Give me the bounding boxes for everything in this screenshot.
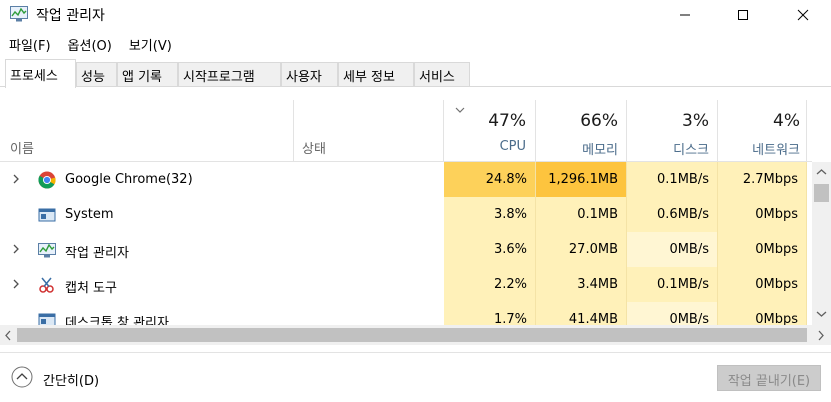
disk-cell: 0.1MB/s [627,162,718,197]
menu-bar: 파일(F) 옵션(O) 보기(V) [0,33,180,55]
network-cell: 0Mbps [718,232,807,267]
cpu-cell: 24.8% [444,162,536,197]
network-cell: 2.7Mbps [718,162,807,197]
footer-divider [0,352,831,353]
cpu-cell: 3.8% [444,197,536,232]
fewer-details-label: 간단히(D) [43,374,100,389]
horizontal-scroll-thumb[interactable] [17,328,807,342]
tab-startup[interactable]: 시작프로그램 [178,62,281,86]
column-divider[interactable] [293,100,294,162]
process-name: 작업 관리자 [65,246,129,261]
column-divider[interactable] [806,100,807,162]
collapse-chevron-icon [11,366,33,388]
tab-bar: 프로세스 성능 앱 기록 시작프로그램 사용자 세부 정보 서비스 [0,57,831,88]
network-column-label: 네트워크 [752,143,800,158]
maximize-icon [738,10,748,20]
task-manager-icon [38,243,56,258]
memory-cell: 27.0MB [536,232,627,267]
process-name: Google Chrome(32) [65,172,193,187]
tab-performance[interactable]: 성능 [76,62,117,86]
menu-options[interactable]: 옵션(O) [59,33,120,55]
end-task-button[interactable]: 작업 끝내기(E) [717,365,821,391]
column-status[interactable]: 상태 [302,138,326,157]
scroll-down-arrow-icon[interactable] [816,310,827,318]
menu-view[interactable]: 보기(V) [120,33,180,55]
cpu-cell: 1.7% [444,302,536,325]
column-name[interactable]: 이름 [10,138,34,157]
minimize-icon [680,14,690,16]
title-bar: 작업 관리자 [0,0,831,30]
disk-cell: 0MB/s [627,302,718,325]
vertical-scroll-thumb[interactable] [814,184,829,202]
process-list: Google Chrome(32) 24.8% 1,296.1MB 0.1MB/… [0,162,812,325]
expand-chevron-icon[interactable] [10,172,22,186]
menu-file[interactable]: 파일(F) [0,33,59,55]
network-total-percent: 4% [773,111,800,131]
horizontal-scrollbar[interactable] [0,325,831,345]
process-name: System [65,207,114,222]
cpu-cell: 2.2% [444,267,536,302]
chrome-icon [38,171,56,189]
network-cell: 0Mbps [718,302,807,325]
memory-total-percent: 66% [580,111,618,131]
disk-total-percent: 3% [682,111,709,131]
memory-cell: 1,296.1MB [536,162,627,197]
desktop-window-manager-icon [38,313,56,325]
close-button[interactable] [780,0,826,30]
system-icon [38,208,56,222]
window-title: 작업 관리자 [36,8,105,24]
table-row[interactable]: 작업 관리자 3.6% 27.0MB 0MB/s 0Mbps [0,232,812,267]
memory-cell: 41.4MB [536,302,627,325]
disk-cell: 0MB/s [627,232,718,267]
column-header: 이름 상태 47% CPU 66% 메모리 3% 디스크 4% 네트워크 [0,100,812,162]
task-manager-app-icon [10,6,28,22]
expand-chevron-icon[interactable] [10,277,22,291]
cpu-column-label: CPU [499,139,526,154]
table-row[interactable]: 캡처 도구 2.2% 3.4MB 0.1MB/s 0Mbps [0,267,812,302]
tab-users[interactable]: 사용자 [281,62,338,86]
maximize-button[interactable] [720,0,766,30]
disk-column-label: 디스크 [673,143,709,158]
process-name: 캡처 도구 [65,281,117,296]
scroll-right-arrow-icon[interactable] [817,330,825,341]
table-row[interactable]: System 3.8% 0.1MB 0.6MB/s 0Mbps [0,197,812,232]
scroll-up-arrow-icon[interactable] [816,168,827,176]
disk-cell: 0.1MB/s [627,267,718,302]
scroll-left-arrow-icon[interactable] [4,330,12,341]
tab-services[interactable]: 서비스 [414,62,470,86]
expand-chevron-icon[interactable] [10,242,22,256]
cpu-cell: 3.6% [444,232,536,267]
tab-processes[interactable]: 프로세스 [5,59,76,88]
footer: 간단히(D) 작업 끝내기(E) [0,352,831,402]
snipping-tool-icon [39,277,54,293]
vertical-scrollbar[interactable] [812,162,831,325]
minimize-button[interactable] [662,0,708,30]
tab-app-history[interactable]: 앱 기록 [117,62,178,86]
disk-cell: 0.6MB/s [627,197,718,232]
memory-cell: 0.1MB [536,197,627,232]
table-row[interactable]: 데스크톱 창 관리자 1.7% 41.4MB 0MB/s 0Mbps [0,302,812,325]
tab-details[interactable]: 세부 정보 [338,62,414,86]
memory-column-label: 메모리 [582,143,618,158]
close-icon [797,9,809,21]
cpu-total-percent: 47% [488,111,526,131]
memory-cell: 3.4MB [536,267,627,302]
process-name: 데스크톱 창 관리자 [65,316,169,325]
table-row[interactable]: Google Chrome(32) 24.8% 1,296.1MB 0.1MB/… [0,162,812,197]
network-cell: 0Mbps [718,267,807,302]
network-cell: 0Mbps [718,197,807,232]
